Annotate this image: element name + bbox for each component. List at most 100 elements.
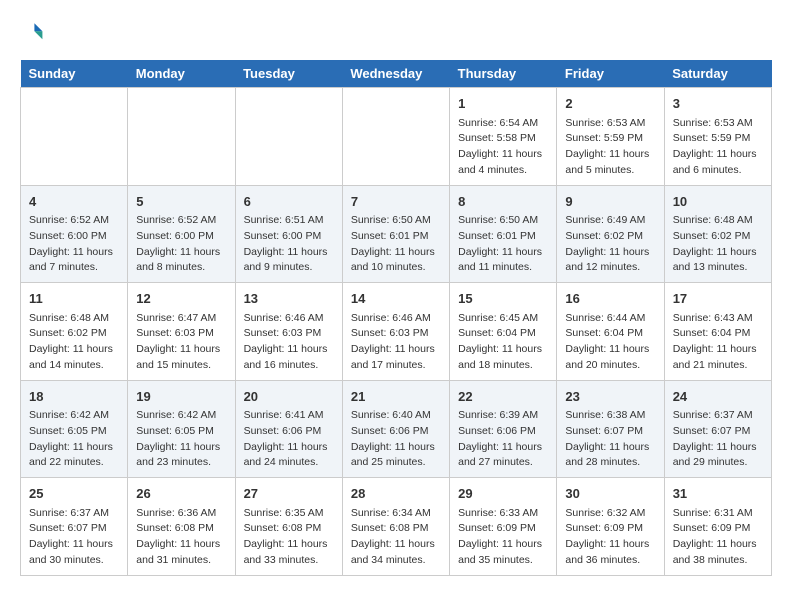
day-info: Sunrise: 6:37 AM Sunset: 6:07 PM Dayligh… [29, 506, 119, 569]
day-number: 10 [673, 192, 763, 212]
day-info: Sunrise: 6:39 AM Sunset: 6:06 PM Dayligh… [458, 408, 548, 471]
logo [20, 20, 48, 44]
calendar-cell: 18Sunrise: 6:42 AM Sunset: 6:05 PM Dayli… [21, 380, 128, 478]
day-number: 11 [29, 289, 119, 309]
day-info: Sunrise: 6:48 AM Sunset: 6:02 PM Dayligh… [673, 213, 763, 276]
day-number: 14 [351, 289, 441, 309]
calendar-cell: 6Sunrise: 6:51 AM Sunset: 6:00 PM Daylig… [235, 185, 342, 283]
calendar-cell: 29Sunrise: 6:33 AM Sunset: 6:09 PM Dayli… [450, 478, 557, 576]
calendar-week-row: 4 Sunrise: 6:52 AM Sunset: 6:00 PM Daylig… [21, 185, 772, 283]
calendar-cell: 19Sunrise: 6:42 AM Sunset: 6:05 PM Dayli… [128, 380, 235, 478]
day-info: Sunrise: 6:52 AM Sunset: 6:00 PM Dayligh… [136, 213, 226, 276]
day-info: Sunrise: 6:54 AM Sunset: 5:58 PM Dayligh… [458, 116, 548, 179]
day-number: 7 [351, 192, 441, 212]
weekday-header: Sunday [21, 60, 128, 88]
calendar-cell: 13Sunrise: 6:46 AM Sunset: 6:03 PM Dayli… [235, 283, 342, 381]
calendar-cell: 5Sunrise: 6:52 AM Sunset: 6:00 PM Daylig… [128, 185, 235, 283]
day-number: 5 [136, 192, 226, 212]
calendar-cell: 27Sunrise: 6:35 AM Sunset: 6:08 PM Dayli… [235, 478, 342, 576]
day-number: 3 [673, 94, 763, 114]
weekday-header: Thursday [450, 60, 557, 88]
day-number: 25 [29, 484, 119, 504]
day-number: 12 [136, 289, 226, 309]
calendar-cell: 21Sunrise: 6:40 AM Sunset: 6:06 PM Dayli… [342, 380, 449, 478]
day-info: Sunrise: 6:50 AM Sunset: 6:01 PM Dayligh… [458, 213, 548, 276]
calendar-cell [21, 88, 128, 186]
day-number: 6 [244, 192, 334, 212]
day-info: Sunrise: 6:33 AM Sunset: 6:09 PM Dayligh… [458, 506, 548, 569]
day-info: Sunrise: 6:44 AM Sunset: 6:04 PM Dayligh… [565, 311, 655, 374]
calendar-cell: 24Sunrise: 6:37 AM Sunset: 6:07 PM Dayli… [664, 380, 771, 478]
day-info: Sunrise: 6:45 AM Sunset: 6:04 PM Dayligh… [458, 311, 548, 374]
day-info: Sunrise: 6:31 AM Sunset: 6:09 PM Dayligh… [673, 506, 763, 569]
calendar-week-row: 1Sunrise: 6:54 AM Sunset: 5:58 PM Daylig… [21, 88, 772, 186]
calendar-week-row: 18Sunrise: 6:42 AM Sunset: 6:05 PM Dayli… [21, 380, 772, 478]
calendar-cell [128, 88, 235, 186]
day-number: 1 [458, 94, 548, 114]
day-info: Sunrise: 6:42 AM Sunset: 6:05 PM Dayligh… [136, 408, 226, 471]
day-number: 19 [136, 387, 226, 407]
day-number: 23 [565, 387, 655, 407]
calendar-cell: 28Sunrise: 6:34 AM Sunset: 6:08 PM Dayli… [342, 478, 449, 576]
day-info: Sunrise: 6:47 AM Sunset: 6:03 PM Dayligh… [136, 311, 226, 374]
day-number: 21 [351, 387, 441, 407]
calendar-cell [342, 88, 449, 186]
calendar-body: 1Sunrise: 6:54 AM Sunset: 5:58 PM Daylig… [21, 88, 772, 576]
calendar-cell: 31Sunrise: 6:31 AM Sunset: 6:09 PM Dayli… [664, 478, 771, 576]
day-number: 22 [458, 387, 548, 407]
calendar-cell: 10Sunrise: 6:48 AM Sunset: 6:02 PM Dayli… [664, 185, 771, 283]
day-info: Sunrise: 6:50 AM Sunset: 6:01 PM Dayligh… [351, 213, 441, 276]
calendar-cell: 15Sunrise: 6:45 AM Sunset: 6:04 PM Dayli… [450, 283, 557, 381]
day-number: 16 [565, 289, 655, 309]
day-info: Sunrise: 6:38 AM Sunset: 6:07 PM Dayligh… [565, 408, 655, 471]
day-info: Sunrise: 6:46 AM Sunset: 6:03 PM Dayligh… [351, 311, 441, 374]
weekday-header: Friday [557, 60, 664, 88]
day-info: Sunrise: 6:41 AM Sunset: 6:06 PM Dayligh… [244, 408, 334, 471]
calendar-table: SundayMondayTuesdayWednesdayThursdayFrid… [20, 60, 772, 576]
calendar-cell: 16Sunrise: 6:44 AM Sunset: 6:04 PM Dayli… [557, 283, 664, 381]
day-number: 30 [565, 484, 655, 504]
day-number: 2 [565, 94, 655, 114]
calendar-week-row: 25Sunrise: 6:37 AM Sunset: 6:07 PM Dayli… [21, 478, 772, 576]
day-info: Sunrise: 6:53 AM Sunset: 5:59 PM Dayligh… [565, 116, 655, 179]
calendar-cell: 9Sunrise: 6:49 AM Sunset: 6:02 PM Daylig… [557, 185, 664, 283]
calendar-cell: 4Sunrise: 6:52 AM Sunset: 6:00 PM Daylig… [21, 185, 128, 283]
day-info: Sunrise: 6:40 AM Sunset: 6:06 PM Dayligh… [351, 408, 441, 471]
weekday-header: Monday [128, 60, 235, 88]
logo-icon [20, 20, 44, 44]
day-number: 28 [351, 484, 441, 504]
day-info: Sunrise: 6:51 AM Sunset: 6:00 PM Dayligh… [244, 213, 334, 276]
calendar-cell: 7Sunrise: 6:50 AM Sunset: 6:01 PM Daylig… [342, 185, 449, 283]
day-number: 24 [673, 387, 763, 407]
day-number: 13 [244, 289, 334, 309]
calendar-cell: 30Sunrise: 6:32 AM Sunset: 6:09 PM Dayli… [557, 478, 664, 576]
day-info: Sunrise: 6:48 AM Sunset: 6:02 PM Dayligh… [29, 311, 119, 374]
weekday-header: Tuesday [235, 60, 342, 88]
day-number: 4 [29, 192, 119, 212]
day-number: 27 [244, 484, 334, 504]
calendar-cell: 26Sunrise: 6:36 AM Sunset: 6:08 PM Dayli… [128, 478, 235, 576]
day-number: 18 [29, 387, 119, 407]
calendar-cell: 20Sunrise: 6:41 AM Sunset: 6:06 PM Dayli… [235, 380, 342, 478]
calendar-header: SundayMondayTuesdayWednesdayThursdayFrid… [21, 60, 772, 88]
calendar-cell: 17Sunrise: 6:43 AM Sunset: 6:04 PM Dayli… [664, 283, 771, 381]
calendar-cell: 22Sunrise: 6:39 AM Sunset: 6:06 PM Dayli… [450, 380, 557, 478]
day-info: Sunrise: 6:53 AM Sunset: 5:59 PM Dayligh… [673, 116, 763, 179]
day-number: 31 [673, 484, 763, 504]
calendar-cell [235, 88, 342, 186]
day-info: Sunrise: 6:42 AM Sunset: 6:05 PM Dayligh… [29, 408, 119, 471]
day-number: 29 [458, 484, 548, 504]
day-number: 9 [565, 192, 655, 212]
weekday-row: SundayMondayTuesdayWednesdayThursdayFrid… [21, 60, 772, 88]
calendar-cell: 1Sunrise: 6:54 AM Sunset: 5:58 PM Daylig… [450, 88, 557, 186]
day-info: Sunrise: 6:35 AM Sunset: 6:08 PM Dayligh… [244, 506, 334, 569]
calendar-cell: 23Sunrise: 6:38 AM Sunset: 6:07 PM Dayli… [557, 380, 664, 478]
day-info: Sunrise: 6:36 AM Sunset: 6:08 PM Dayligh… [136, 506, 226, 569]
day-info: Sunrise: 6:49 AM Sunset: 6:02 PM Dayligh… [565, 213, 655, 276]
day-number: 20 [244, 387, 334, 407]
day-info: Sunrise: 6:34 AM Sunset: 6:08 PM Dayligh… [351, 506, 441, 569]
day-info: Sunrise: 6:46 AM Sunset: 6:03 PM Dayligh… [244, 311, 334, 374]
day-number: 8 [458, 192, 548, 212]
calendar-cell: 2Sunrise: 6:53 AM Sunset: 5:59 PM Daylig… [557, 88, 664, 186]
day-number: 17 [673, 289, 763, 309]
